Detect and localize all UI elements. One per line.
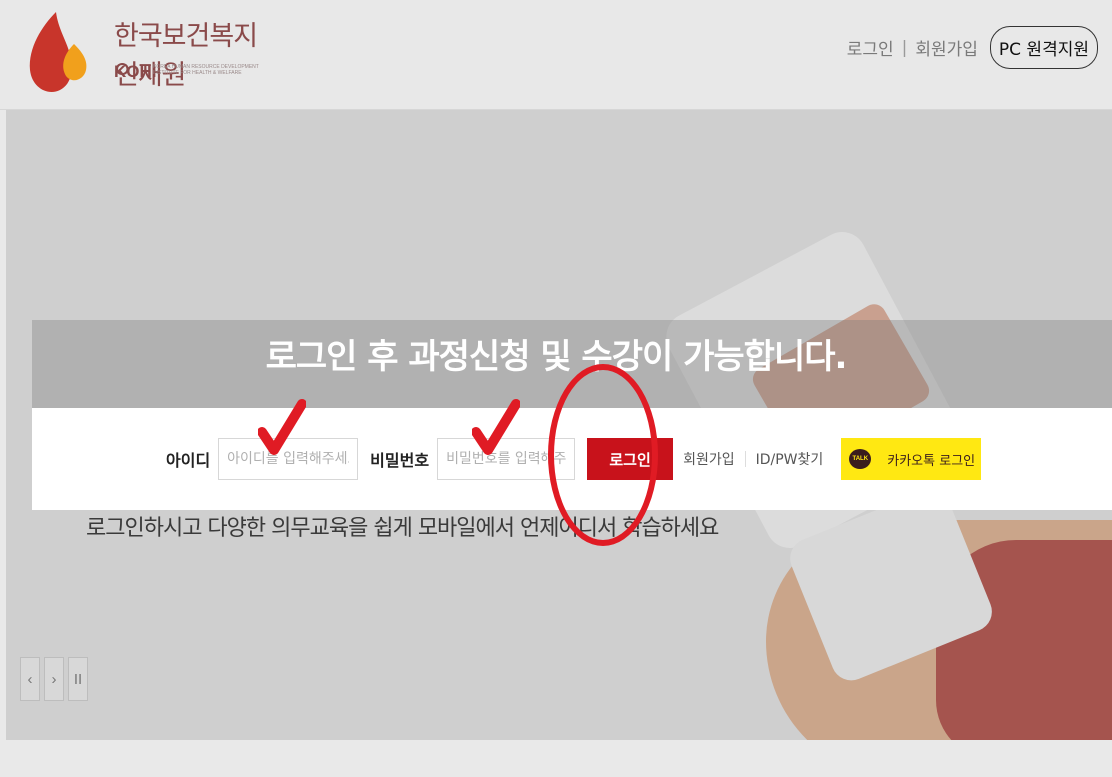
logo-english: KOHI [114,62,157,81]
site-header: 한국보건복지인재원 KOHI KOREA HUMAN RESOURCE DEVE… [0,0,1112,110]
login-required-message: 로그인 후 과정신청 및 수강이 가능합니다. [265,337,848,377]
link-divider [744,451,746,467]
kohi-logo-icon [29,12,87,92]
top-links: 로그인 | 회원가입 PC 원격지원 [847,26,1098,69]
top-login-link[interactable]: 로그인 [847,35,894,60]
pc-remote-support-button[interactable]: PC 원격지원 [989,26,1098,69]
find-id-pw-link[interactable]: ID/PW찾기 [756,449,824,469]
slider-next-button[interactable]: › [44,657,64,701]
link-separator: | [901,37,908,58]
kakao-login-label: 카카오톡 로그인 [887,453,976,469]
signup-link[interactable]: 회원가입 [683,449,735,469]
page: 한국보건복지인재원 KOHI KOREA HUMAN RESOURCE DEVE… [0,0,1112,777]
checkmark-icon [472,399,520,455]
top-signup-link[interactable]: 회원가입 [915,35,978,60]
slider-controls: ‹ › II [20,657,88,701]
slider-prev-button[interactable]: ‹ [20,657,40,701]
highlight-circle [548,364,658,546]
id-label: 아이디 [166,451,211,470]
logo-subtext: KOREA HUMAN RESOURCE DEVELOPMENT INSTITU… [153,64,259,76]
slider-pause-button[interactable]: II [68,657,88,701]
kakao-login-button[interactable]: TALK 카카오톡 로그인 [841,438,982,480]
checkmark-icon [258,399,306,455]
kohi-logo[interactable]: 한국보건복지인재원 KOHI KOREA HUMAN RESOURCE DEVE… [22,8,262,98]
password-label: 비밀번호 [370,451,430,470]
kakao-talk-icon: TALK [849,449,872,469]
